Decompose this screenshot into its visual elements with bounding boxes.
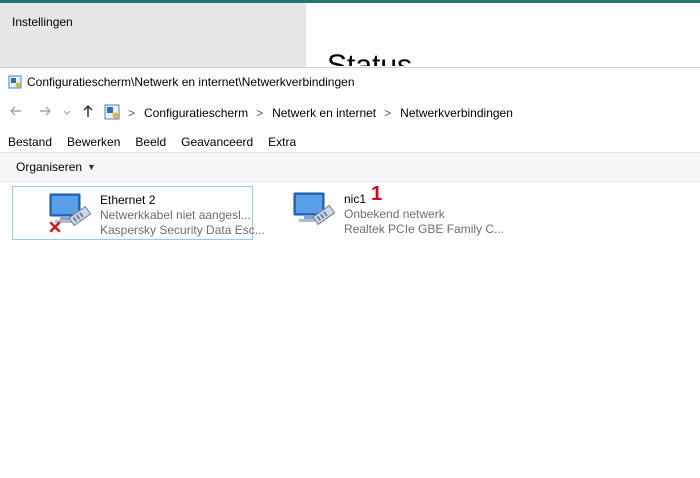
title-bar[interactable]: Configuratiescherm\Netwerk en internet\N…: [0, 68, 700, 96]
connection-name: Ethernet 2: [100, 193, 156, 207]
connection-name: nic1: [344, 192, 367, 206]
connections-list: Ethernet 2 Netwerkkabel niet aangesl... …: [0, 181, 700, 478]
address-bar: > Configuratiescherm > Netwerk en intern…: [0, 99, 700, 127]
menu-advanced[interactable]: Geavanceerd: [181, 135, 253, 149]
command-bar: Organiseren ▼: [0, 152, 700, 182]
disconnected-x-icon: [49, 221, 61, 236]
connection-device: Realtek PCIe GBE Family C...: [344, 222, 505, 236]
menu-file[interactable]: Bestand: [8, 135, 52, 149]
settings-sidebar: Instellingen: [0, 3, 306, 67]
organize-button[interactable]: Organiseren ▼: [16, 160, 96, 174]
explorer-window: Configuratiescherm\Netwerk en internet\N…: [0, 67, 700, 478]
organize-label: Organiseren: [16, 160, 83, 174]
network-adapter-icon: [291, 189, 337, 235]
settings-heading: Status: [327, 49, 413, 66]
breadcrumb-separator[interactable]: >: [384, 106, 391, 120]
breadcrumb[interactable]: > Configuratiescherm > Netwerk en intern…: [104, 104, 513, 122]
connection-status: Onbekend netwerk: [344, 207, 445, 221]
chevron-down-icon: [63, 110, 71, 115]
menu-edit[interactable]: Bewerken: [67, 135, 120, 149]
dropdown-caret-icon: ▼: [87, 162, 96, 172]
recent-locations-button[interactable]: [63, 108, 71, 118]
connection-device: Kaspersky Security Data Esc...: [100, 223, 265, 237]
control-panel-icon: [8, 75, 22, 92]
breadcrumb-separator[interactable]: >: [256, 106, 263, 120]
menu-tools[interactable]: Extra: [268, 135, 296, 149]
connection-status: Netwerkkabel niet aangesl...: [100, 208, 251, 222]
back-button[interactable]: [9, 104, 23, 121]
menu-bar: Bestand Bewerken Beeld Geavanceerd Extra: [0, 131, 700, 153]
up-button[interactable]: [81, 103, 95, 122]
window-title: Configuratiescherm\Netwerk en internet\N…: [27, 75, 355, 89]
breadcrumb-network-connections[interactable]: Netwerkverbindingen: [400, 106, 513, 120]
annotation-marker: 1: [371, 183, 383, 205]
control-panel-icon: [104, 104, 120, 123]
arrow-left-icon: [10, 106, 21, 116]
breadcrumb-network-internet[interactable]: Netwerk en internet: [272, 106, 376, 120]
menu-view[interactable]: Beeld: [135, 135, 166, 149]
breadcrumb-separator[interactable]: >: [128, 106, 135, 120]
settings-title: Instellingen: [12, 15, 73, 29]
breadcrumb-control-panel[interactable]: Configuratiescherm: [144, 106, 248, 120]
arrow-up-icon: [83, 104, 93, 117]
arrow-right-icon: [40, 106, 51, 116]
connection-ethernet-2[interactable]: Ethernet 2 Netwerkkabel niet aangesl... …: [12, 186, 265, 240]
forward-button[interactable]: [38, 104, 52, 121]
